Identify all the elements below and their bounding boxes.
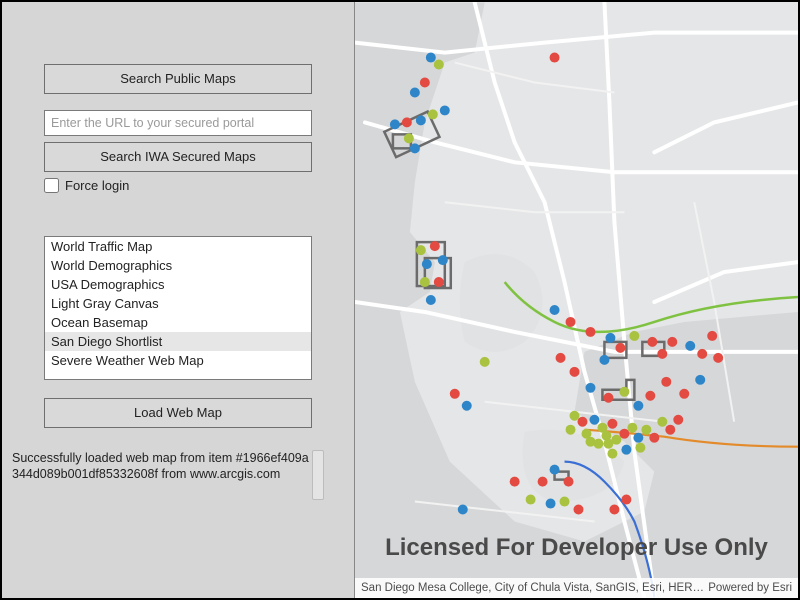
- map-poi-dot[interactable]: [428, 109, 438, 119]
- map-poi-dot[interactable]: [667, 337, 677, 347]
- webmap-listbox[interactable]: World Traffic MapWorld DemographicsUSA D…: [44, 236, 312, 380]
- map-poi-dot[interactable]: [609, 505, 619, 515]
- map-poi-dot[interactable]: [685, 341, 695, 351]
- map-poi-dot[interactable]: [607, 449, 617, 459]
- map-poi-dot[interactable]: [619, 429, 629, 439]
- map-poi-dot[interactable]: [564, 477, 574, 487]
- map-poi-dot[interactable]: [585, 383, 595, 393]
- map-poi-dot[interactable]: [434, 60, 444, 70]
- map-poi-dot[interactable]: [657, 349, 667, 359]
- app-root: Search Public Maps Search IWA Secured Ma…: [0, 0, 800, 600]
- portal-url-input[interactable]: [44, 110, 312, 136]
- map-poi-dot[interactable]: [665, 425, 675, 435]
- map-poi-dot[interactable]: [416, 115, 426, 125]
- map-poi-dot[interactable]: [641, 425, 651, 435]
- map-poi-dot[interactable]: [538, 477, 548, 487]
- map-poi-dot[interactable]: [430, 241, 440, 251]
- map-poi-dot[interactable]: [695, 375, 705, 385]
- search-public-button[interactable]: Search Public Maps: [44, 64, 312, 94]
- map-poi-dot[interactable]: [404, 133, 414, 143]
- map-poi-dot[interactable]: [416, 245, 426, 255]
- map-poi-dot[interactable]: [679, 389, 689, 399]
- map-poi-dot[interactable]: [645, 391, 655, 401]
- map-poi-dot[interactable]: [550, 53, 560, 63]
- map-poi-dot[interactable]: [462, 401, 472, 411]
- map-poi-dot[interactable]: [603, 393, 613, 403]
- map-poi-dot[interactable]: [480, 357, 490, 367]
- map-poi-dot[interactable]: [422, 259, 432, 269]
- map-poi-dot[interactable]: [570, 411, 580, 421]
- map-poi-dot[interactable]: [426, 53, 436, 63]
- map-poi-dot[interactable]: [697, 349, 707, 359]
- map-poi-dot[interactable]: [450, 389, 460, 399]
- map-poi-dot[interactable]: [619, 387, 629, 397]
- map-poi-dot[interactable]: [707, 331, 717, 341]
- map-poi-dot[interactable]: [629, 331, 639, 341]
- map-area[interactable]: Licensed For Developer Use Only San Dieg…: [354, 2, 798, 598]
- map-poi-dot[interactable]: [438, 255, 448, 265]
- attribution-bar: San Diego Mesa College, City of Chula Vi…: [355, 578, 798, 598]
- list-item[interactable]: World Demographics: [45, 256, 311, 275]
- map-poi-dot[interactable]: [673, 415, 683, 425]
- attribution-left: San Diego Mesa College, City of Chula Vi…: [361, 582, 708, 594]
- map-poi-dot[interactable]: [605, 333, 615, 343]
- map-poi-dot[interactable]: [635, 443, 645, 453]
- map-poi-dot[interactable]: [577, 417, 587, 427]
- map-poi-dot[interactable]: [633, 401, 643, 411]
- map-poi-dot[interactable]: [589, 415, 599, 425]
- map-poi-dot[interactable]: [410, 87, 420, 97]
- map-poi-dot[interactable]: [607, 419, 617, 429]
- map-poi-dot[interactable]: [556, 353, 566, 363]
- map-poi-dot[interactable]: [560, 497, 570, 507]
- map-poi-dot[interactable]: [633, 433, 643, 443]
- map-poi-dot[interactable]: [713, 353, 723, 363]
- force-login-checkbox[interactable]: [44, 178, 59, 193]
- list-item[interactable]: USA Demographics: [45, 275, 311, 294]
- list-item[interactable]: Severe Weather Web Map: [45, 351, 311, 370]
- search-iwa-button[interactable]: Search IWA Secured Maps: [44, 142, 312, 172]
- map-poi-dot[interactable]: [611, 435, 621, 445]
- map-poi-dot[interactable]: [402, 117, 412, 127]
- map-poi-dot[interactable]: [434, 277, 444, 287]
- map-poi-dot[interactable]: [621, 445, 631, 455]
- map-poi-dot[interactable]: [574, 505, 584, 515]
- list-item[interactable]: Light Gray Canvas: [45, 294, 311, 313]
- map-poi-dot[interactable]: [420, 78, 430, 88]
- map-poi-dot[interactable]: [390, 119, 400, 129]
- map-poi-dot[interactable]: [649, 433, 659, 443]
- map-poi-dot[interactable]: [550, 305, 560, 315]
- list-item[interactable]: World Traffic Map: [45, 237, 311, 256]
- map-poi-dot[interactable]: [426, 295, 436, 305]
- map-poi-dot[interactable]: [593, 439, 603, 449]
- map-canvas[interactable]: [355, 2, 798, 598]
- map-poi-dot[interactable]: [647, 337, 657, 347]
- map-poi-dot[interactable]: [566, 317, 576, 327]
- map-poi-dot[interactable]: [661, 377, 671, 387]
- map-poi-dot[interactable]: [410, 143, 420, 153]
- map-poi-dot[interactable]: [550, 465, 560, 475]
- map-poi-dot[interactable]: [566, 425, 576, 435]
- attribution-right: Powered by Esri: [708, 582, 792, 594]
- map-poi-dot[interactable]: [458, 505, 468, 515]
- status-scrollbar[interactable]: [312, 450, 324, 500]
- map-poi-dot[interactable]: [615, 343, 625, 353]
- list-item[interactable]: San Diego Shortlist: [45, 332, 311, 351]
- map-poi-dot[interactable]: [420, 277, 430, 287]
- map-poi-dot[interactable]: [657, 417, 667, 427]
- map-poi-dot[interactable]: [585, 327, 595, 337]
- map-poi-dot[interactable]: [599, 355, 609, 365]
- map-poi-dot[interactable]: [440, 105, 450, 115]
- load-webmap-button[interactable]: Load Web Map: [44, 398, 312, 428]
- map-poi-dot[interactable]: [546, 499, 556, 509]
- map-poi-dot[interactable]: [510, 477, 520, 487]
- status-text: Successfully loaded web map from item #1…: [12, 450, 312, 483]
- map-poi-dot[interactable]: [621, 495, 631, 505]
- list-item[interactable]: Ocean Basemap: [45, 313, 311, 332]
- map-poi-dot[interactable]: [570, 367, 580, 377]
- map-poi-dot[interactable]: [526, 495, 536, 505]
- map-poi-dot[interactable]: [627, 423, 637, 433]
- force-login-label: Force login: [65, 178, 129, 193]
- sidebar: Search Public Maps Search IWA Secured Ma…: [2, 2, 354, 598]
